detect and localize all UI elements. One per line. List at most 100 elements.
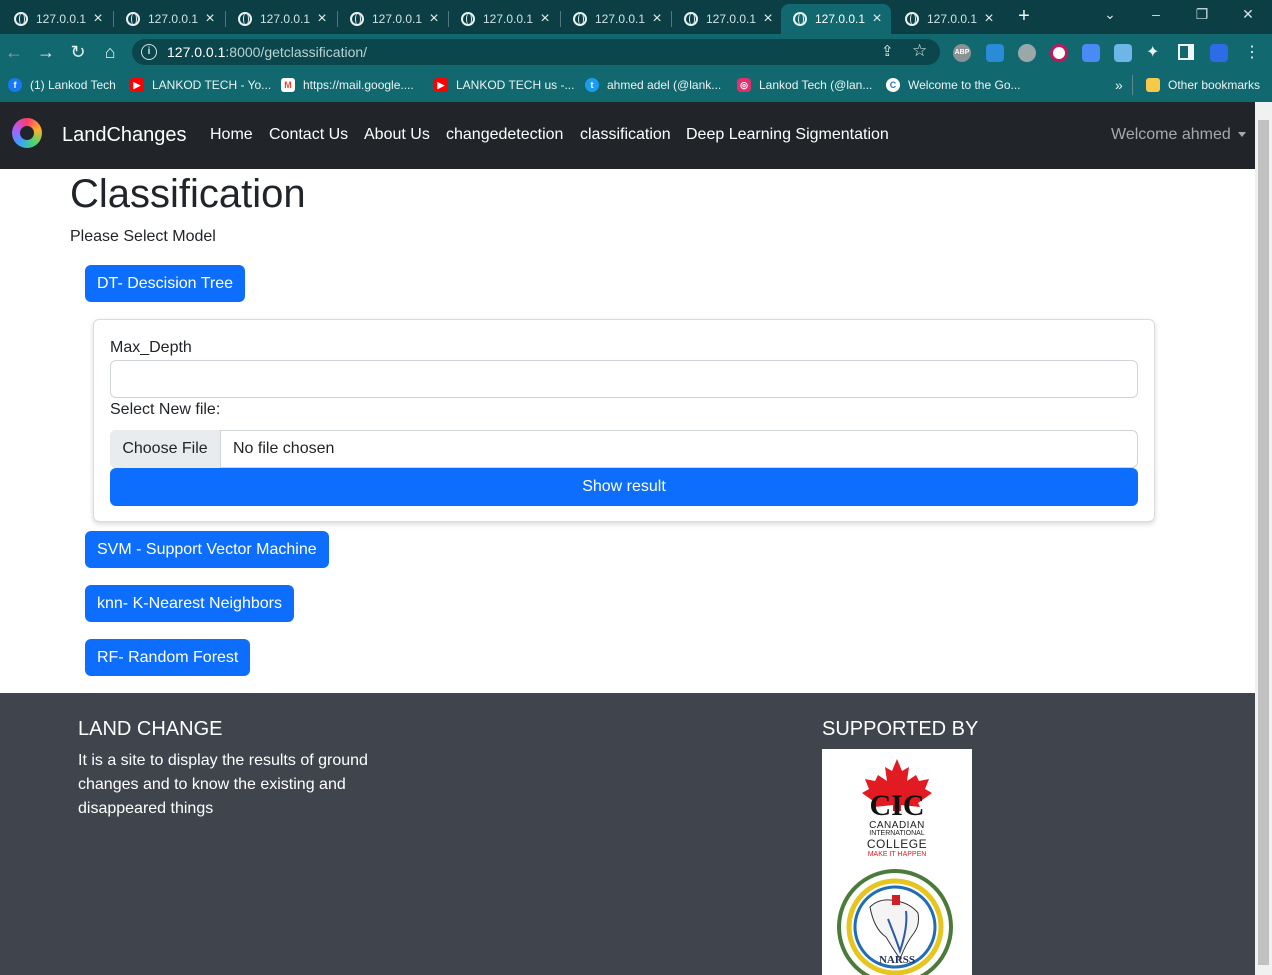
site-info-icon[interactable]: i xyxy=(141,44,157,60)
page-subtitle: Please Select Model xyxy=(70,228,216,245)
browser-tab[interactable]: 127.0.0.1 × xyxy=(338,4,448,34)
close-icon[interactable]: × xyxy=(202,11,218,27)
profile-icon[interactable] xyxy=(1210,44,1228,62)
extension-cloud-icon[interactable] xyxy=(1018,44,1036,62)
close-icon[interactable]: × xyxy=(649,11,665,27)
twitter-icon: t xyxy=(585,78,599,92)
supported-by-title: SUPPORTED BY xyxy=(822,718,979,740)
nav-link-classification[interactable]: classification xyxy=(580,126,671,144)
browser-tab[interactable]: 127.0.0.1 × xyxy=(561,4,671,34)
close-icon[interactable]: × xyxy=(869,11,885,27)
globe-icon xyxy=(684,12,698,26)
share-icon[interactable]: ⇪ xyxy=(881,42,894,60)
dt-model-button[interactable]: DT- Descision Tree xyxy=(85,265,246,302)
extension-radio-icon[interactable] xyxy=(1114,44,1132,62)
globe-icon xyxy=(350,12,364,26)
url-text[interactable]: 127.0.0.1:8000/getclassification/ xyxy=(167,44,367,60)
user-menu[interactable]: Welcome ahmed xyxy=(1111,126,1231,144)
back-icon[interactable]: ← xyxy=(2,40,26,64)
folder-icon xyxy=(1146,78,1160,92)
facebook-icon: f xyxy=(8,78,22,92)
gmail-icon: M xyxy=(281,78,295,92)
close-icon[interactable]: × xyxy=(537,11,553,27)
side-panel-icon[interactable] xyxy=(1178,44,1194,60)
browser-tab-bar: 127.0.0.1 × 127.0.0.1 × 127.0.0.1 × 127.0.0… xyxy=(0,0,1272,34)
browser-tab[interactable]: 127.0.0.1 × xyxy=(114,4,224,34)
globe-icon xyxy=(793,12,807,26)
nav-link-contact[interactable]: Contact Us xyxy=(269,126,348,144)
close-icon[interactable]: × xyxy=(760,11,776,27)
close-icon[interactable]: × xyxy=(981,11,997,27)
svm-model-button[interactable]: SVM - Support Vector Machine xyxy=(85,531,329,568)
cic-tagline: MAKE IT HAPPEN xyxy=(867,851,927,858)
choose-file-button[interactable]: Choose File xyxy=(110,430,221,468)
globe-icon xyxy=(238,12,252,26)
file-status-text: No file chosen xyxy=(233,440,335,457)
nav-link-deep-learning[interactable]: Deep Learning Sigmentation xyxy=(686,126,889,144)
window-close-icon[interactable]: ✕ xyxy=(1238,6,1258,23)
globe-icon xyxy=(14,12,28,26)
show-result-button[interactable]: Show result xyxy=(110,468,1138,506)
cic-line3: COLLEGE xyxy=(866,837,928,851)
browser-tab[interactable]: 127.0.0.1 × xyxy=(893,4,1003,34)
close-icon[interactable]: × xyxy=(90,11,106,27)
minimize-icon[interactable]: – xyxy=(1146,6,1166,22)
bookmark-item[interactable]: C Welcome to the Go... xyxy=(886,77,1021,93)
extension-badge-icon[interactable] xyxy=(986,44,1004,62)
cic-line2: INTERNATIONAL xyxy=(869,830,925,837)
nav-link-home[interactable]: Home xyxy=(210,126,253,144)
globe-icon xyxy=(461,12,475,26)
browser-tab[interactable]: 127.0.0.1 × xyxy=(2,4,112,34)
bookmark-item[interactable]: f (1) Lankod Tech xyxy=(8,77,116,93)
tab-search-icon[interactable]: ⌄ xyxy=(1100,6,1120,23)
adblock-icon[interactable]: ABP xyxy=(953,44,971,62)
globe-icon xyxy=(573,12,587,26)
bookmark-item[interactable]: Mhttps://mail.google.... xyxy=(281,77,414,93)
browser-tab[interactable]: 127.0.0.1 × xyxy=(672,4,782,34)
caret-down-icon[interactable] xyxy=(1238,132,1246,137)
new-tab-icon[interactable]: + xyxy=(1014,5,1034,28)
file-label: Select New file: xyxy=(110,401,221,418)
nav-link-about[interactable]: About Us xyxy=(364,126,430,144)
globe-icon xyxy=(905,12,919,26)
reload-icon[interactable]: ↻ xyxy=(66,40,90,64)
extensions-puzzle-icon[interactable]: ✦ xyxy=(1146,42,1159,62)
knn-model-button[interactable]: knn- K-Nearest Neighbors xyxy=(85,585,294,622)
block-icon[interactable] xyxy=(1050,44,1068,62)
youtube-icon: ▶ xyxy=(434,78,448,92)
home-icon[interactable]: ⌂ xyxy=(98,40,122,64)
footer-title: LAND CHANGE xyxy=(78,718,223,740)
close-icon[interactable]: × xyxy=(426,11,442,27)
browser-menu-icon[interactable]: ⋮ xyxy=(1244,42,1260,62)
browser-tab[interactable]: 127.0.0.1 × xyxy=(449,4,559,34)
youtube-icon: ▶ xyxy=(130,78,144,92)
bookmark-item[interactable]: ▶ LANKOD TECH us -... xyxy=(434,77,574,93)
scrollbar-thumb[interactable] xyxy=(1258,120,1269,965)
bookmark-item[interactable]: ▶ LANKOD TECH - Yo... xyxy=(130,77,271,93)
more-bookmarks-button[interactable]: » xyxy=(1115,77,1123,93)
footer-description: It is a site to display the results of g… xyxy=(78,752,368,817)
browser-tab[interactable]: 127.0.0.1 × xyxy=(226,4,336,34)
forward-icon[interactable]: → xyxy=(34,40,58,64)
globe-icon xyxy=(126,12,140,26)
translate-icon[interactable] xyxy=(1082,44,1100,62)
page-title: Classification xyxy=(70,172,306,216)
brand-logo-icon[interactable] xyxy=(12,118,42,148)
restore-icon[interactable]: ❐ xyxy=(1192,6,1212,23)
bookmark-star-icon[interactable]: ☆ xyxy=(912,41,927,61)
narss-label: NARSS xyxy=(878,954,916,966)
bookmark-item[interactable]: ◎ Lankod Tech (@lan... xyxy=(737,77,872,93)
coursera-icon: C xyxy=(886,78,900,92)
max-depth-label: Max_Depth xyxy=(110,339,192,356)
cic-initials: CIC xyxy=(869,789,925,822)
browser-tab-active[interactable]: 127.0.0.1 × xyxy=(781,4,891,34)
rf-model-button[interactable]: RF- Random Forest xyxy=(85,639,251,676)
close-icon[interactable]: × xyxy=(314,11,330,27)
instagram-icon: ◎ xyxy=(737,78,751,92)
max-depth-input[interactable] xyxy=(110,360,1138,398)
other-bookmarks-folder[interactable]: Other bookmarks xyxy=(1146,77,1260,93)
bookmark-item[interactable]: t ahmed adel (@lank... xyxy=(585,77,721,93)
brand-name[interactable]: LandChanges xyxy=(62,124,187,147)
nav-link-changedetection[interactable]: changedetection xyxy=(446,126,563,144)
sponsor-logos: CIC CANADIAN INTERNATIONAL COLLEGE MAKE … xyxy=(822,749,972,975)
